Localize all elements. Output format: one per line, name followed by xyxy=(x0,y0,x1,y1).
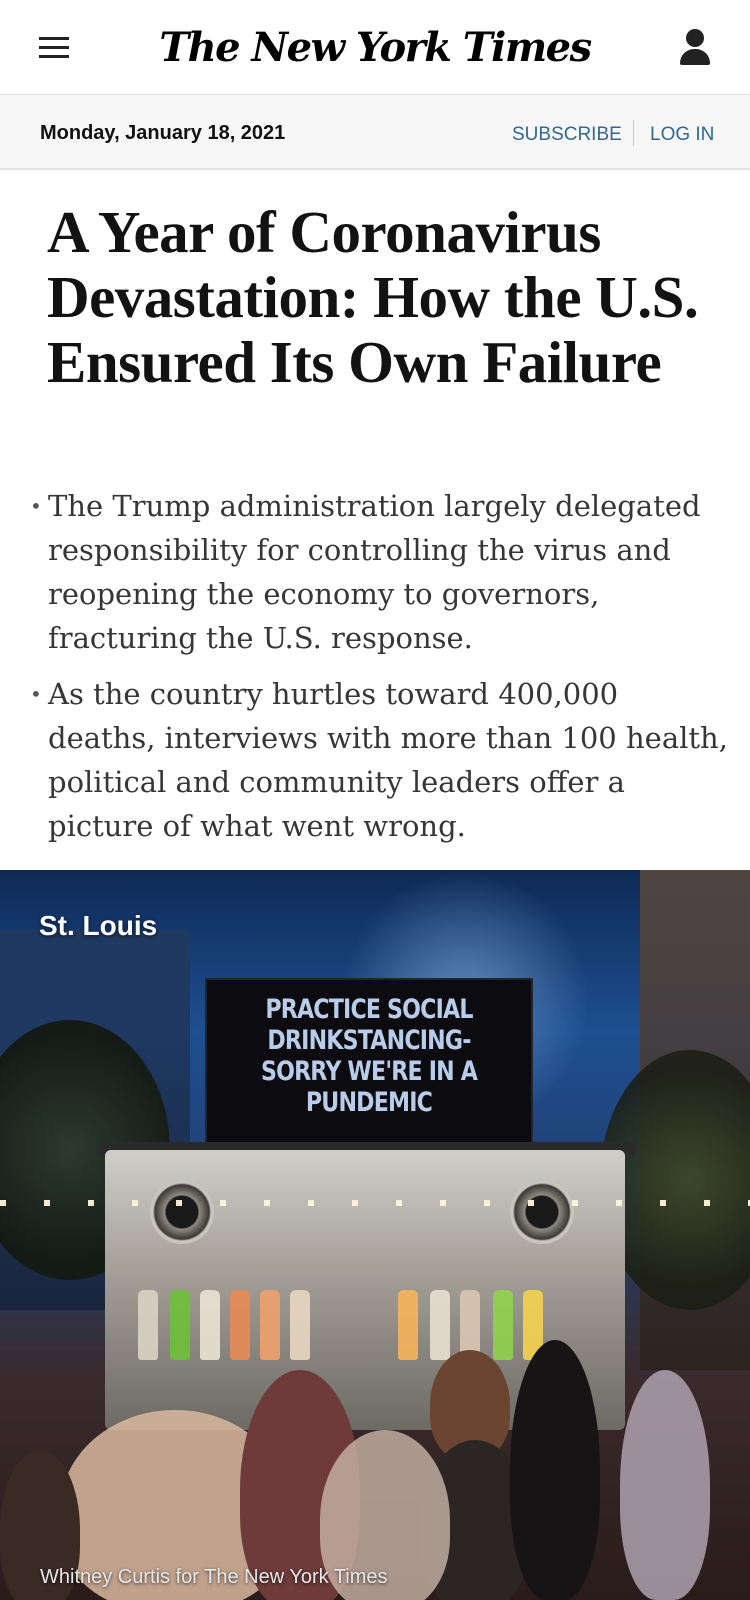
crowd xyxy=(0,1330,750,1600)
link-divider xyxy=(633,120,634,146)
top-navigation-bar: The New York Times xyxy=(0,0,750,95)
speaker-icon xyxy=(150,1180,214,1244)
bullet-icon: • xyxy=(30,494,42,518)
article-summary-list: • The Trump administration largely deleg… xyxy=(30,484,730,860)
nyt-masthead-logo[interactable]: The New York Times xyxy=(0,24,750,71)
subscribe-link[interactable]: SUBSCRIBE xyxy=(512,124,622,146)
summary-item: • As the country hurtles toward 400,000 … xyxy=(30,672,730,848)
speaker-icon xyxy=(510,1180,574,1244)
summary-item: • The Trump administration largely deleg… xyxy=(30,484,730,660)
summary-text: As the country hurtles toward 400,000 de… xyxy=(48,677,728,843)
bullet-icon: • xyxy=(30,682,42,706)
sign-text: PRACTICE SOCIAL DRINKSTANCING- SORRY WE'… xyxy=(260,994,478,1118)
summary-text: The Trump administration largely delegat… xyxy=(48,489,701,655)
string-lights xyxy=(0,1200,750,1206)
lead-photo[interactable]: PRACTICE SOCIAL DRINKSTANCING- SORRY WE'… xyxy=(0,870,750,1600)
article-headline[interactable]: A Year of Coronavirus Devastation: How t… xyxy=(47,200,707,395)
photo-credit: Whitney Curtis for The New York Times xyxy=(40,1566,388,1588)
current-date: Monday, January 18, 2021 xyxy=(40,122,286,144)
user-account-icon[interactable] xyxy=(678,29,712,67)
photo-sign: PRACTICE SOCIAL DRINKSTANCING- SORRY WE'… xyxy=(205,978,533,1158)
date-bar: Monday, January 18, 2021 SUBSCRIBE LOG I… xyxy=(0,95,750,170)
photo-location-label: St. Louis xyxy=(39,910,158,941)
login-link[interactable]: LOG IN xyxy=(650,124,714,146)
